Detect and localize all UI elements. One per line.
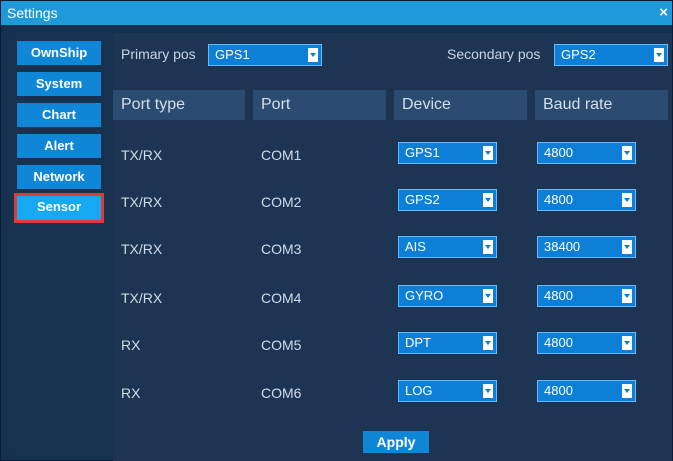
row5-port: COM5 <box>261 337 302 353</box>
secondary-pos-label: Secondary pos <box>447 46 541 62</box>
row1-port: COM1 <box>261 147 302 163</box>
chevron-down-icon <box>654 48 664 62</box>
tab-system[interactable]: System <box>17 72 101 96</box>
header-device: Device <box>394 90 527 120</box>
chevron-down-icon <box>483 289 493 303</box>
tab-ownship[interactable]: OwnShip <box>17 41 101 65</box>
apply-button[interactable]: Apply <box>363 431 429 453</box>
primary-pos-label: Primary pos <box>121 46 196 62</box>
row3-port-type: TX/RX <box>121 241 163 257</box>
row5-device-select[interactable]: DPT <box>398 332 497 354</box>
settings-sidebar: OwnShip System Chart Alert Network Senso… <box>9 33 113 455</box>
tab-network[interactable]: Network <box>17 165 101 189</box>
row1-port-type: TX/RX <box>121 147 163 163</box>
header-port: Port <box>253 90 386 120</box>
row6-device-select[interactable]: LOG <box>398 380 497 402</box>
title-bar: Settings × <box>1 1 672 25</box>
row2-port: COM2 <box>261 194 302 210</box>
secondary-pos-value: GPS2 <box>561 47 596 62</box>
row3-port: COM3 <box>261 241 302 257</box>
chevron-down-icon <box>483 193 493 207</box>
row5-port-type: RX <box>121 337 141 353</box>
tab-sensor[interactable]: Sensor <box>14 193 104 223</box>
row2-port-type: TX/RX <box>121 194 163 210</box>
primary-pos-value: GPS1 <box>215 47 250 62</box>
chevron-down-icon <box>483 384 493 398</box>
row6-port-type: RX <box>121 385 141 401</box>
row5-baud-select[interactable]: 4800 <box>537 332 636 354</box>
chevron-down-icon <box>622 146 632 160</box>
secondary-pos-select[interactable]: GPS2 <box>554 44 668 66</box>
row4-baud-value: 4800 <box>544 288 573 303</box>
row6-device-value: LOG <box>405 383 433 398</box>
chevron-down-icon <box>622 193 632 207</box>
chevron-down-icon <box>622 289 632 303</box>
header-port-type: Port type <box>113 90 245 120</box>
row6-baud-select[interactable]: 4800 <box>537 380 636 402</box>
settings-window: Settings × OwnShip System Chart Alert Ne… <box>0 0 673 461</box>
row1-device-select[interactable]: GPS1 <box>398 142 497 164</box>
row3-device-value: AIS <box>405 239 426 254</box>
row6-port: COM6 <box>261 385 302 401</box>
row2-device-value: GPS2 <box>405 192 440 207</box>
tab-chart[interactable]: Chart <box>17 103 101 127</box>
chevron-down-icon <box>483 240 493 254</box>
row4-device-value: GYRO <box>405 288 444 303</box>
row4-device-select[interactable]: GYRO <box>398 285 497 307</box>
row1-baud-select[interactable]: 4800 <box>537 142 636 164</box>
chevron-down-icon <box>622 336 632 350</box>
row1-device-value: GPS1 <box>405 145 440 160</box>
chevron-down-icon <box>483 336 493 350</box>
primary-pos-select[interactable]: GPS1 <box>208 44 322 66</box>
chevron-down-icon <box>622 384 632 398</box>
row4-port: COM4 <box>261 290 302 306</box>
header-baud-rate: Baud rate <box>535 90 668 120</box>
row2-baud-value: 4800 <box>544 192 573 207</box>
sensor-panel: Primary pos GPS1 Secondary pos GPS2 Port… <box>113 33 672 461</box>
chevron-down-icon <box>483 146 493 160</box>
window-title: Settings <box>7 5 58 21</box>
row4-port-type: TX/RX <box>121 290 163 306</box>
row5-device-value: DPT <box>405 335 431 350</box>
tab-alert[interactable]: Alert <box>17 134 101 158</box>
chevron-down-icon <box>308 48 318 62</box>
row3-device-select[interactable]: AIS <box>398 236 497 258</box>
row6-baud-value: 4800 <box>544 383 573 398</box>
row3-baud-select[interactable]: 38400 <box>537 236 636 258</box>
row3-baud-value: 38400 <box>544 239 581 254</box>
close-icon[interactable]: × <box>659 4 668 21</box>
row5-baud-value: 4800 <box>544 335 573 350</box>
row2-baud-select[interactable]: 4800 <box>537 189 636 211</box>
row2-device-select[interactable]: GPS2 <box>398 189 497 211</box>
chevron-down-icon <box>622 240 632 254</box>
row1-baud-value: 4800 <box>544 145 573 160</box>
row4-baud-select[interactable]: 4800 <box>537 285 636 307</box>
